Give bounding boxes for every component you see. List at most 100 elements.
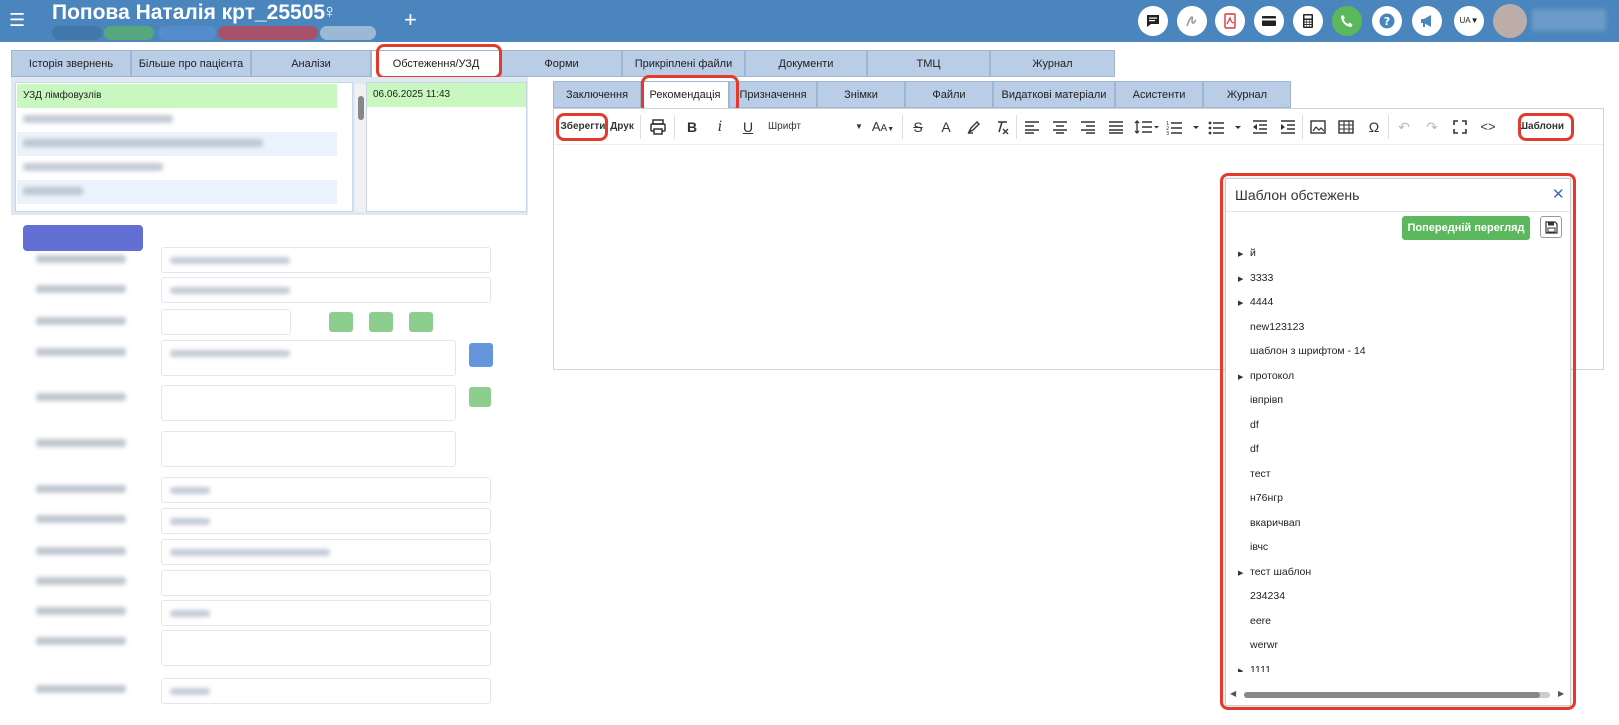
form-label [36, 393, 126, 401]
form-textarea[interactable] [161, 431, 456, 467]
menu-icon[interactable]: ☰ [9, 10, 25, 30]
pdf-icon[interactable] [1215, 6, 1245, 36]
strikethrough-icon[interactable]: S [908, 117, 928, 137]
bullet-list-icon[interactable] [1206, 117, 1246, 137]
font-select[interactable]: Шрифт [768, 117, 854, 137]
language-select[interactable]: UA▼ [1454, 6, 1484, 36]
form-label [36, 485, 126, 493]
tab-history[interactable]: Історія звернень [11, 50, 131, 77]
blurred-text [23, 163, 163, 172]
badge [218, 26, 318, 40]
ordered-list-icon[interactable]: 123 [1164, 117, 1204, 137]
exam-list-item[interactable] [17, 132, 337, 156]
exam-list-item[interactable] [17, 156, 337, 180]
clear-format-icon[interactable] [992, 117, 1012, 137]
form-field[interactable] [161, 508, 491, 534]
form-field[interactable] [161, 570, 491, 596]
italic-icon[interactable]: i [710, 117, 730, 137]
app-header: ☰ Попова Наталія крт_25505 ♀ + ? UA▼ [0, 0, 1619, 42]
phone-icon[interactable] [1332, 6, 1362, 36]
form-field[interactable] [161, 539, 491, 565]
chevron-down-icon[interactable]: ▼ [854, 117, 864, 137]
print-text-button[interactable]: Друк [608, 117, 636, 137]
form-field[interactable] [161, 678, 491, 704]
tab-tmc[interactable]: ТМЦ [867, 50, 990, 77]
card-icon[interactable] [1254, 6, 1284, 36]
avatar[interactable] [1493, 4, 1527, 38]
code-view-icon[interactable]: <> [1476, 117, 1500, 137]
add-tab-button[interactable]: + [404, 7, 417, 33]
highlight-templates-panel [1220, 173, 1576, 710]
field-value [170, 610, 210, 617]
signature-icon[interactable] [1177, 6, 1207, 36]
calculator-icon[interactable] [1293, 6, 1323, 36]
subtab-conclusion[interactable]: Заключення [553, 81, 641, 108]
form-textarea[interactable] [161, 630, 491, 666]
action-button[interactable] [23, 225, 143, 251]
outdent-icon[interactable] [1250, 117, 1270, 137]
blue-button[interactable] [469, 343, 493, 367]
indent-icon[interactable] [1278, 117, 1298, 137]
form-field[interactable] [161, 477, 491, 503]
exam-list-item[interactable] [17, 180, 337, 204]
form-label [36, 637, 126, 645]
badge [320, 26, 376, 40]
undo-icon[interactable]: ↶ [1394, 117, 1414, 137]
font-size-icon[interactable]: AA▼ [868, 117, 898, 137]
help-icon[interactable]: ? [1372, 6, 1402, 36]
user-info[interactable] [1532, 9, 1606, 31]
exam-date-list: 06.06.2025 11:43 [366, 82, 527, 212]
image-icon[interactable] [1308, 117, 1328, 137]
badge [158, 26, 216, 40]
scrollbar-thumb[interactable] [358, 96, 364, 120]
align-right-icon[interactable] [1078, 117, 1098, 137]
chat-icon[interactable] [1138, 6, 1168, 36]
underline-icon[interactable]: U [738, 117, 758, 137]
green-button[interactable] [409, 312, 433, 332]
form-label [36, 285, 126, 293]
align-justify-icon[interactable] [1106, 117, 1126, 137]
exam-list-item[interactable]: УЗД лімфовузлів [17, 84, 337, 108]
line-height-icon[interactable] [1132, 117, 1162, 137]
redo-icon[interactable]: ↷ [1422, 117, 1442, 137]
table-icon[interactable] [1336, 117, 1356, 137]
tab-analyses[interactable]: Аналізи [251, 50, 371, 77]
subtab-images[interactable]: Знімки [817, 81, 905, 108]
fullscreen-icon[interactable] [1450, 117, 1470, 137]
text-color-icon[interactable]: A [936, 117, 956, 137]
highlight-exam-tab [376, 44, 502, 79]
svg-text:?: ? [1384, 15, 1390, 28]
exam-list-item[interactable] [17, 108, 337, 132]
green-button[interactable] [469, 387, 491, 407]
tab-attached-files[interactable]: Прикріплені файли [622, 50, 745, 77]
form-textarea[interactable] [161, 340, 456, 376]
tab-patient-info[interactable]: Більше про пацієнта [131, 50, 251, 77]
subtab-prescription[interactable]: Призначення [729, 81, 817, 108]
highlighter-icon[interactable] [964, 117, 984, 137]
tab-forms[interactable]: Форми [501, 50, 622, 77]
align-left-icon[interactable] [1022, 117, 1042, 137]
subtab-files[interactable]: Файли [905, 81, 993, 108]
form-textarea[interactable] [161, 385, 456, 421]
toolbar-separator [640, 115, 641, 139]
tab-documents[interactable]: Документи [745, 50, 867, 77]
blurred-text [23, 139, 263, 148]
badge [104, 26, 154, 40]
green-button[interactable] [369, 312, 393, 332]
form-field[interactable] [161, 247, 491, 273]
form-field[interactable] [161, 309, 291, 335]
subtab-journal[interactable]: Журнал [1203, 81, 1291, 108]
special-char-icon[interactable]: Ω [1364, 117, 1384, 137]
form-label [36, 577, 126, 585]
green-button[interactable] [329, 312, 353, 332]
bold-icon[interactable]: B [682, 117, 702, 137]
megaphone-icon[interactable] [1412, 6, 1442, 36]
tab-journal[interactable]: Журнал [990, 50, 1115, 77]
exam-date[interactable]: 06.06.2025 11:43 [367, 83, 526, 107]
subtab-materials[interactable]: Видаткові матеріали [993, 81, 1115, 108]
print-icon[interactable] [646, 117, 670, 137]
align-center-icon[interactable] [1050, 117, 1070, 137]
subtab-assistants[interactable]: Асистенти [1115, 81, 1203, 108]
form-field[interactable] [161, 600, 491, 626]
form-field[interactable] [161, 277, 491, 303]
